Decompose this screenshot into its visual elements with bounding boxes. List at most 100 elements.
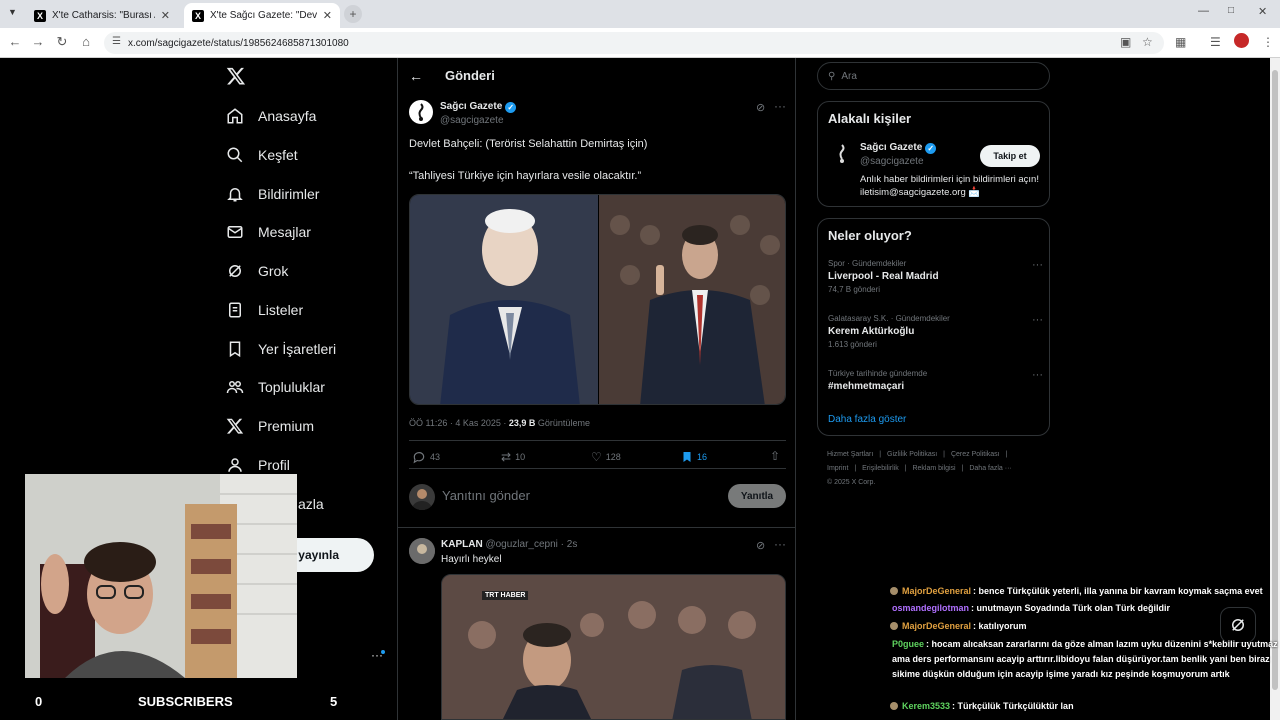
footer-link[interactable]: Erişilebilirlik [862,465,899,472]
grok-icon [226,262,244,280]
chat-badge-icon [890,702,898,710]
trends-card: Neler oluyor? Spor · Gündemdekiler Liver… [817,218,1050,436]
home-icon[interactable]: ⌂ [77,34,95,49]
follow-button-label: Takip et [993,151,1027,161]
repost-count: 10 [515,452,526,462]
menu-icon[interactable]: ⋮ [1262,35,1274,49]
trend-more-icon[interactable]: ··· [1032,314,1043,326]
trends-title: Neler oluyor? [828,228,912,243]
footer-link[interactable]: Reklam bilgisi [912,465,955,472]
nav-item-explore[interactable]: Keşfet [226,140,298,170]
subscriber-bar: 0 SUBSCRIBERS 5 [0,688,380,716]
like-action[interactable]: ♡ 128 [591,450,621,464]
trend-item[interactable]: Spor · Gündemdekiler Liverpool - Real Ma… [828,259,1043,294]
follow-button[interactable]: Takip et [980,145,1040,167]
install-app-icon[interactable]: ▣ [1120,35,1131,49]
trend-item[interactable]: Türkiye tarihinde gündemde #mehmetmaçari… [828,369,1043,392]
more-options-icon[interactable]: ··· [774,537,786,551]
media-icon[interactable]: ☰ [1210,35,1221,49]
footer-link[interactable]: Hizmet Şartları [827,451,873,458]
trend-name: #mehmetmaçari [828,381,905,392]
mail-icon [226,223,244,241]
browser-tab-2[interactable]: X X'te Sağcı Gazete: "Devlet Bahç ✕ [184,3,340,28]
close-icon[interactable]: ✕ [161,9,170,22]
bookmark-star-icon[interactable]: ☆ [1142,35,1153,49]
trend-more-icon[interactable]: ··· [1032,369,1043,381]
reply-button[interactable]: Yanıtla [728,484,786,508]
close-icon[interactable]: ✕ [323,9,332,22]
like-count: 128 [605,452,621,462]
tab-title: X'te Catharsis: "Burası Almanya [52,10,155,21]
nav-item-lists[interactable]: Listeler [226,295,303,325]
url-text: x.com/sagcigazete/status/198562468587130… [128,37,349,49]
grok-icon[interactable]: ⊘ [756,101,765,114]
extensions-icon[interactable]: ▦ [1175,35,1186,49]
back-icon[interactable]: ← [6,34,24,49]
trend-count: 1.613 gönderi [828,340,877,349]
author-avatar[interactable] [409,100,433,124]
address-bar[interactable]: ☰ x.com/sagcigazete/status/1985624685871… [104,32,1164,54]
related-avatar[interactable] [830,142,854,166]
footer-link[interactable]: Çerez Politikası [951,451,1000,458]
reload-icon[interactable]: ↻ [53,34,71,50]
grok-icon[interactable]: ⊘ [756,539,765,552]
maximize-icon[interactable]: □ [1228,5,1234,16]
nav-item-home[interactable]: Anasayfa [226,101,316,131]
chat-text: : hocam alıcaksan zararlarını da göze al… [892,639,1278,679]
tab-list-chevron-icon[interactable]: ▼ [8,7,17,17]
post-image[interactable] [409,194,786,405]
trend-item[interactable]: Galatasaray S.K. · Gündemdekiler Kerem A… [828,314,1043,349]
footer-links: Hizmet Şartları | Gizlilik Politikası | … [827,451,1012,486]
nav-item-messages[interactable]: Mesajlar [226,217,311,247]
nav-item-grok[interactable]: Grok [226,256,288,286]
back-arrow-icon[interactable]: ← [409,68,423,84]
chat-username: MajorDeGeneral [902,586,972,596]
heart-icon: ♡ [591,450,602,464]
chat-username: MajorDeGeneral [902,621,972,631]
profile-avatar-icon[interactable] [1234,33,1249,48]
reply-action[interactable]: 43 [412,450,440,464]
more-options-icon[interactable]: ··· [774,99,786,113]
forward-icon[interactable]: → [29,34,47,49]
show-more-link[interactable]: Daha fazla göster [828,414,906,425]
post-image-graphic [410,195,785,404]
nav-label: Keşfet [258,147,298,163]
browser-toolbar: ← → ↻ ⌂ ☰ x.com/sagcigazete/status/19856… [0,28,1280,58]
x-logo-icon[interactable] [226,66,246,86]
reply-author-row[interactable]: KAPLAN @oguzlar_cepni · 2s [441,539,577,550]
site-settings-icon[interactable]: ☰ [112,36,121,47]
trend-more-icon[interactable]: ··· [1032,259,1043,271]
nav-item-notifications[interactable]: Bildirimler [226,179,319,209]
minimize-icon[interactable]: — [1198,5,1209,17]
footer-link[interactable]: Daha fazla ··· [969,465,1011,472]
repost-action[interactable]: ⇄ 10 [501,450,525,464]
author-name-row[interactable]: Sağcı Gazete ✓ [440,101,517,113]
new-tab-button[interactable]: + [344,5,362,23]
post-button-label: yayınla [298,548,339,562]
nav-item-more[interactable]: azla [298,489,324,519]
share-icon[interactable]: ⇧ [770,449,780,463]
nav-item-communities[interactable]: Topluluklar [226,372,325,402]
nav-item-premium[interactable]: Premium [226,411,314,441]
footer-link[interactable]: Gizlilik Politikası [887,451,937,458]
reply-author-avatar[interactable] [409,538,435,564]
search-box[interactable]: ⚲ Ara [817,62,1050,90]
search-placeholder: Ara [841,70,857,82]
bookmark-count: 16 [697,452,708,462]
related-name-row[interactable]: Sağcı Gazete ✓ [860,142,937,154]
browser-tab-1[interactable]: X X'te Catharsis: "Burası Almanya ✕ [26,3,178,28]
copyright: © 2025 X Corp. [827,479,876,486]
search-icon: ⚲ [828,70,836,82]
nav-label: Grok [258,263,289,279]
my-avatar [409,484,435,510]
reply-input[interactable]: Yanıtını gönder [442,488,530,503]
bookmark-action[interactable]: 16 [681,450,707,464]
verified-badge-icon: ✓ [925,143,937,154]
reply-author-name: KAPLAN [441,539,483,550]
chat-message: P0guee: hocam alıcaksan zararlarını da g… [890,637,1280,682]
close-window-icon[interactable]: ✕ [1258,5,1267,18]
footer-link[interactable]: Imprint [827,465,848,472]
reply-video[interactable]: TRT HABER [441,574,786,720]
nav-item-bookmarks[interactable]: Yer İşaretleri [226,334,336,364]
nav-label: Anasayfa [258,108,317,124]
